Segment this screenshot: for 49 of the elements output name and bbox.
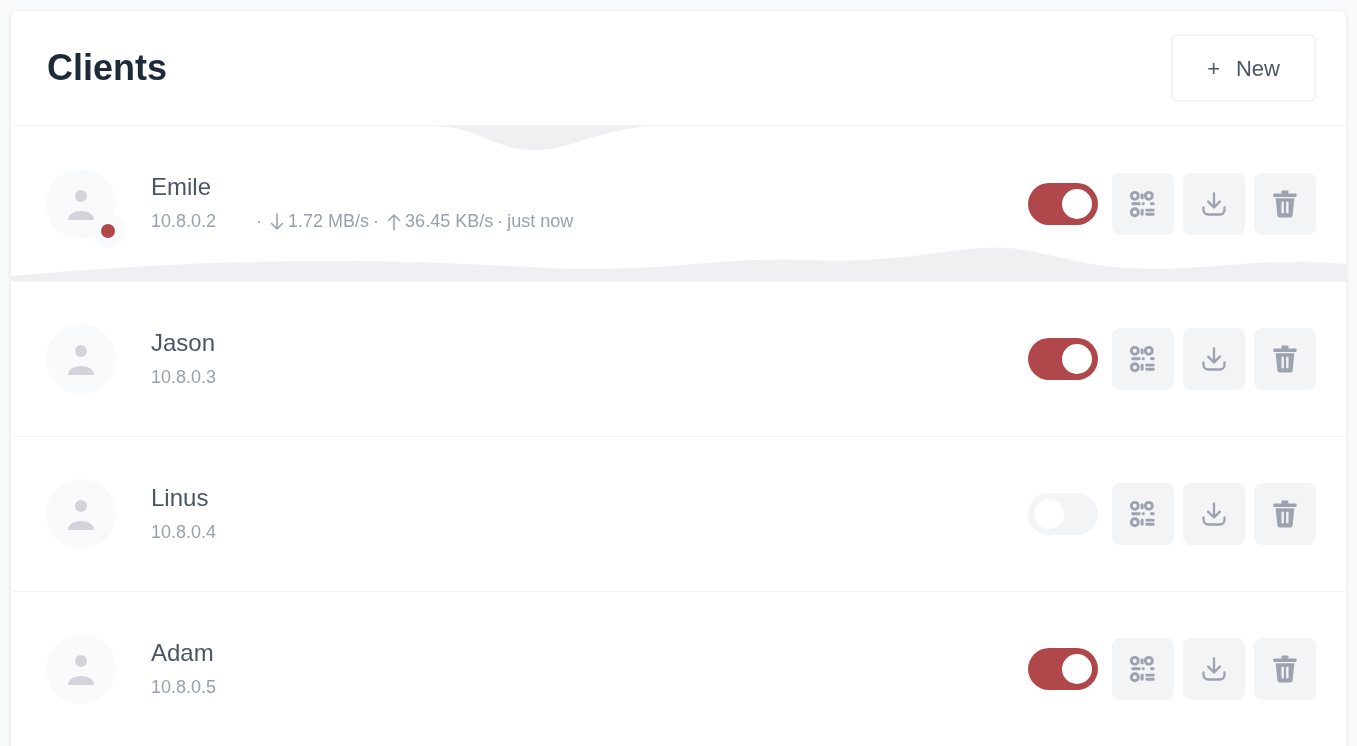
upload-rate: 36.45 KB/s (405, 210, 494, 233)
qr-code-button[interactable] (1112, 483, 1174, 545)
delete-button[interactable] (1254, 328, 1316, 390)
separator: · (497, 210, 504, 233)
qr-code-icon (1129, 345, 1157, 373)
client-address: 10.8.0.5 (151, 675, 217, 699)
separator: · (373, 210, 380, 233)
enable-toggle[interactable] (1028, 648, 1098, 690)
trash-icon (1272, 189, 1298, 218)
user-icon (66, 343, 96, 375)
client-address: 10.8.0.4 (151, 520, 217, 544)
qr-code-icon (1129, 189, 1157, 218)
download-icon (1200, 655, 1228, 683)
client-name: Linus (151, 482, 210, 513)
download-icon (1200, 189, 1228, 218)
client-name: Adam (151, 637, 215, 668)
trash-icon (1272, 655, 1298, 683)
qr-code-icon (1129, 500, 1157, 528)
last-seen: just now (507, 210, 574, 233)
user-icon (66, 187, 96, 220)
page-title: Clients (47, 46, 168, 90)
download-icon (1200, 345, 1228, 373)
download-button[interactable] (1183, 638, 1245, 700)
trash-icon (1272, 345, 1298, 373)
qr-code-button[interactable] (1112, 172, 1174, 235)
download-button[interactable] (1183, 328, 1245, 390)
delete-button[interactable] (1254, 172, 1316, 235)
download-button[interactable] (1183, 483, 1245, 545)
delete-button[interactable] (1254, 638, 1316, 700)
up-arrow-icon (387, 212, 402, 231)
qr-code-icon (1129, 655, 1157, 683)
enable-toggle[interactable] (1028, 338, 1098, 380)
download-icon (1200, 500, 1228, 528)
client-address: 10.8.0.2 (151, 210, 217, 233)
client-address: 10.8.0.3 (151, 365, 217, 389)
client-name: Emile (151, 172, 212, 202)
delete-button[interactable] (1254, 483, 1316, 545)
qr-code-button[interactable] (1112, 638, 1174, 700)
new-button[interactable]: + New (1171, 34, 1316, 102)
download-button[interactable] (1183, 172, 1245, 235)
qr-code-button[interactable] (1112, 328, 1174, 390)
down-arrow-icon (270, 212, 285, 231)
download-rate: 1.72 MB/s (288, 210, 370, 233)
trash-icon (1272, 500, 1298, 528)
separator: · (256, 210, 263, 233)
user-icon (66, 498, 96, 530)
enable-toggle[interactable] (1028, 182, 1098, 225)
user-icon (66, 653, 96, 685)
client-name: Jason (151, 327, 217, 358)
